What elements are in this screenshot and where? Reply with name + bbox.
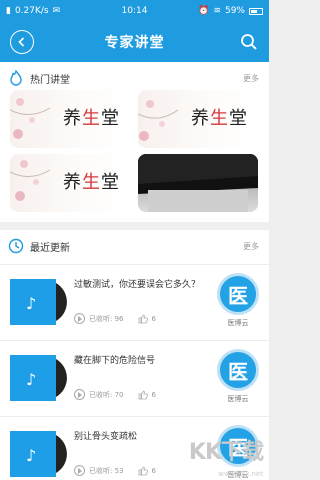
thumbs-up-icon[interactable] <box>138 466 148 476</box>
audio-thumbnail: ♪ <box>10 355 67 401</box>
thumbs-up-icon[interactable] <box>138 314 148 324</box>
hot-tile[interactable]: 养生堂 <box>10 154 130 212</box>
watermark-logo: KK下载 <box>188 440 264 465</box>
signal-icon: ▮ <box>6 6 11 16</box>
play-icon <box>74 465 85 476</box>
svg-text:♪: ♪ <box>26 446 36 465</box>
item-meta: 已收听: 96 6 <box>74 313 156 324</box>
item-title: 别让骨头变疏松 <box>74 432 138 442</box>
item-meta: 已收听: 53 6 <box>74 465 156 476</box>
clock: 10:14 <box>121 6 148 16</box>
hot-tile[interactable]: 养生堂 <box>10 90 130 148</box>
thumbs-up-icon[interactable] <box>138 390 148 400</box>
source-label: 医博云 <box>227 319 249 327</box>
page-title: 专家讲堂 <box>104 35 165 51</box>
source-badge: 医 <box>217 349 259 391</box>
architecture-image <box>138 154 258 212</box>
watermark-url: www.kkx.net <box>218 470 263 478</box>
chevron-left-icon <box>18 37 25 47</box>
svg-text:♪: ♪ <box>26 370 36 389</box>
hot-section-title: 热门讲堂 <box>30 74 70 86</box>
nav-bar: 专家讲堂 <box>0 22 269 62</box>
like-count: 6 <box>151 314 156 323</box>
tile-caption: 养生堂 <box>191 108 248 129</box>
item-title: 藏在脚下的危险信号 <box>74 356 156 366</box>
wifi-icon: ≋ <box>213 6 221 16</box>
flame-icon <box>10 70 22 86</box>
net-speed: 0.27K/s <box>14 6 49 16</box>
hot-tile[interactable] <box>138 154 258 212</box>
tile-caption: 养生堂 <box>63 108 120 129</box>
play-icon <box>74 389 85 400</box>
svg-text:♪: ♪ <box>26 294 36 313</box>
flower-image <box>10 98 51 139</box>
audio-thumbnail: ♪ <box>10 279 67 325</box>
list-item[interactable]: ♪ 过敏测试，你还要误会它多久？ 已收听: 96 6 医 医博云 <box>0 264 269 340</box>
hot-tile[interactable]: 养生堂 <box>138 90 258 148</box>
status-left: ▮ 0.27K/s ✉ <box>6 6 60 16</box>
source-badge: 医 <box>217 273 259 315</box>
like-count: 6 <box>151 390 156 399</box>
like-count: 6 <box>151 466 156 475</box>
hot-lectures-section: 热门讲堂 更多 养生堂 养生堂 养生堂 <box>0 62 269 222</box>
back-button[interactable] <box>10 30 34 54</box>
clock-icon <box>8 238 24 254</box>
tile-caption: 养生堂 <box>63 172 120 193</box>
battery-text: 59% <box>224 6 245 16</box>
source-label: 医博云 <box>227 395 249 403</box>
recent-section-header: 最近更新 更多 <box>0 230 269 262</box>
recent-section-title: 最近更新 <box>30 242 70 254</box>
hot-more-link[interactable]: 更多 <box>243 73 259 84</box>
view-count: 已收听: 70 <box>89 390 124 399</box>
status-right: ⏰ ≋ 59% <box>198 6 263 16</box>
flower-image <box>138 100 179 141</box>
battery-icon <box>249 7 263 15</box>
status-bar: ▮ 0.27K/s ✉ 10:14 ⏰ ≋ 59% <box>0 0 269 22</box>
list-item[interactable]: ♪ 藏在脚下的危险信号 已收听: 70 6 医 医博云 <box>0 340 269 416</box>
notification-icon: ✉ <box>52 6 61 16</box>
recent-more-link[interactable]: 更多 <box>243 241 259 252</box>
item-title: 过敏测试，你还要误会它多久？ <box>74 280 201 290</box>
audio-thumbnail: ♪ <box>10 431 67 477</box>
alarm-icon: ⏰ <box>198 6 210 16</box>
item-meta: 已收听: 70 6 <box>74 389 156 400</box>
flower-image <box>10 160 51 201</box>
play-icon <box>74 313 85 324</box>
view-count: 已收听: 96 <box>89 314 124 323</box>
search-icon[interactable] <box>239 32 259 52</box>
view-count: 已收听: 53 <box>89 466 124 475</box>
